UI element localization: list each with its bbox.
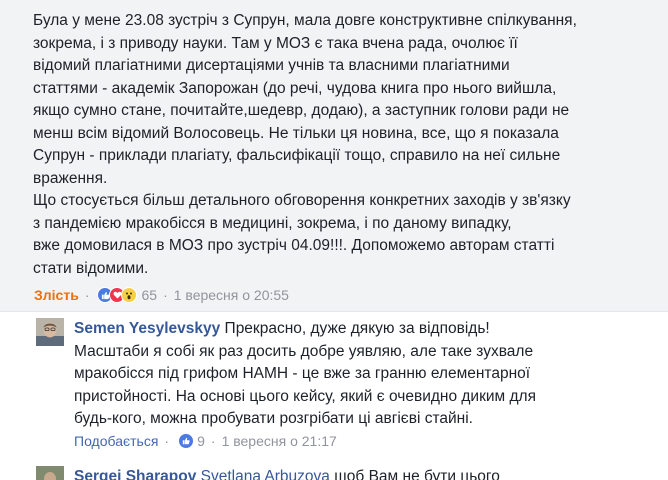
angry-reaction-button[interactable]: Злість [34, 287, 79, 303]
reply-line: мракобісся під грифом НАМН - це вже за г… [74, 365, 531, 382]
reply-line: пристойності. На основі цього кейсу, яки… [74, 387, 536, 405]
reply-comment: Semen Yesylevskyy Прекрасно, дуже дякую … [0, 312, 668, 460]
comment-line: враження. [33, 169, 108, 187]
separator-dot: · [164, 433, 170, 449]
comment-line: менш всім відомий Волосовець. Не тільки … [33, 124, 559, 142]
comment-line: Була у мене 23.08 зустріч з Супрун, мала… [33, 12, 577, 29]
comment-line: якщо сумно стане, почитайте,шедевр, дода… [33, 102, 570, 119]
comment-timestamp[interactable]: 1 вересня о 21:17 [222, 433, 337, 449]
comment-line: вже домовилася в МОЗ про зустріч 04.09!!… [33, 237, 555, 254]
reaction-count: 9 [197, 433, 205, 449]
wow-icon [121, 287, 138, 303]
reaction-summary[interactable] [97, 287, 138, 303]
comment-timestamp[interactable]: 1 вересня о 20:55 [174, 287, 289, 303]
reply-first-line: Semen Yesylevskyy Прекрасно, дуже дякую … [74, 318, 654, 341]
like-icon[interactable] [179, 434, 194, 448]
reply-line: Масштаби я собі як раз досить добре уявл… [74, 342, 534, 360]
comment-thread: Була у мене 23.08 зустріч з Супрун, мала… [0, 0, 668, 480]
separator-dot: · [210, 433, 216, 449]
comment-line: зокрема, і з приводу науки. Там у МОЗ є … [33, 34, 518, 52]
main-comment: Була у мене 23.08 зустріч з Супрун, мала… [0, 0, 668, 312]
author-name-link[interactable]: Semen Yesylevskyy [74, 320, 220, 337]
avatar[interactable] [36, 318, 64, 346]
comment-line: з пандемією мракобісся в медицині, зокре… [33, 214, 512, 232]
reply-actions: Подобається · 9 · 1 вересня о 21:17 [74, 433, 337, 449]
next-comment: Sergei Sharapov Svetlana Arbuzova щоб Ва… [0, 460, 668, 480]
separator-dot: · [84, 287, 90, 303]
like-button[interactable]: Подобається [74, 433, 158, 449]
comment-text-start: щоб Вам не бути цього [329, 468, 500, 480]
separator-dot: · [163, 287, 168, 303]
next-comment-text: Sergei Sharapov Svetlana Arbuzova щоб Ва… [74, 466, 500, 480]
main-comment-actions: Злість · 65 · 1 вересня о 20:55 [34, 287, 289, 303]
reply-line: Прекрасно, дуже дякую за відповідь! [224, 320, 490, 337]
reply-line: будь-кого, можна пробувати розгрібати ці… [74, 410, 473, 427]
comment-line: Супрун - приклади плагіату, фальсифікаці… [33, 147, 561, 164]
comment-line: стати відомими. [33, 259, 149, 277]
main-comment-text: Була у мене 23.08 зустріч з Супрун, мала… [33, 10, 653, 280]
reaction-count: 65 [141, 287, 158, 303]
comment-line: відомий плагіатними дисертаціями учнів т… [33, 57, 510, 74]
comment-line: статтями - академік Запорожан (до речі, … [33, 79, 557, 97]
avatar[interactable] [36, 466, 64, 480]
author-name-link[interactable]: Sergei Sharapov [74, 468, 196, 480]
comment-line: Що стосується більш детального обговорен… [33, 192, 571, 209]
tagged-user-link[interactable]: Svetlana Arbuzova [201, 468, 330, 480]
reply-text: Semen Yesylevskyy Прекрасно, дуже дякую … [74, 318, 654, 431]
